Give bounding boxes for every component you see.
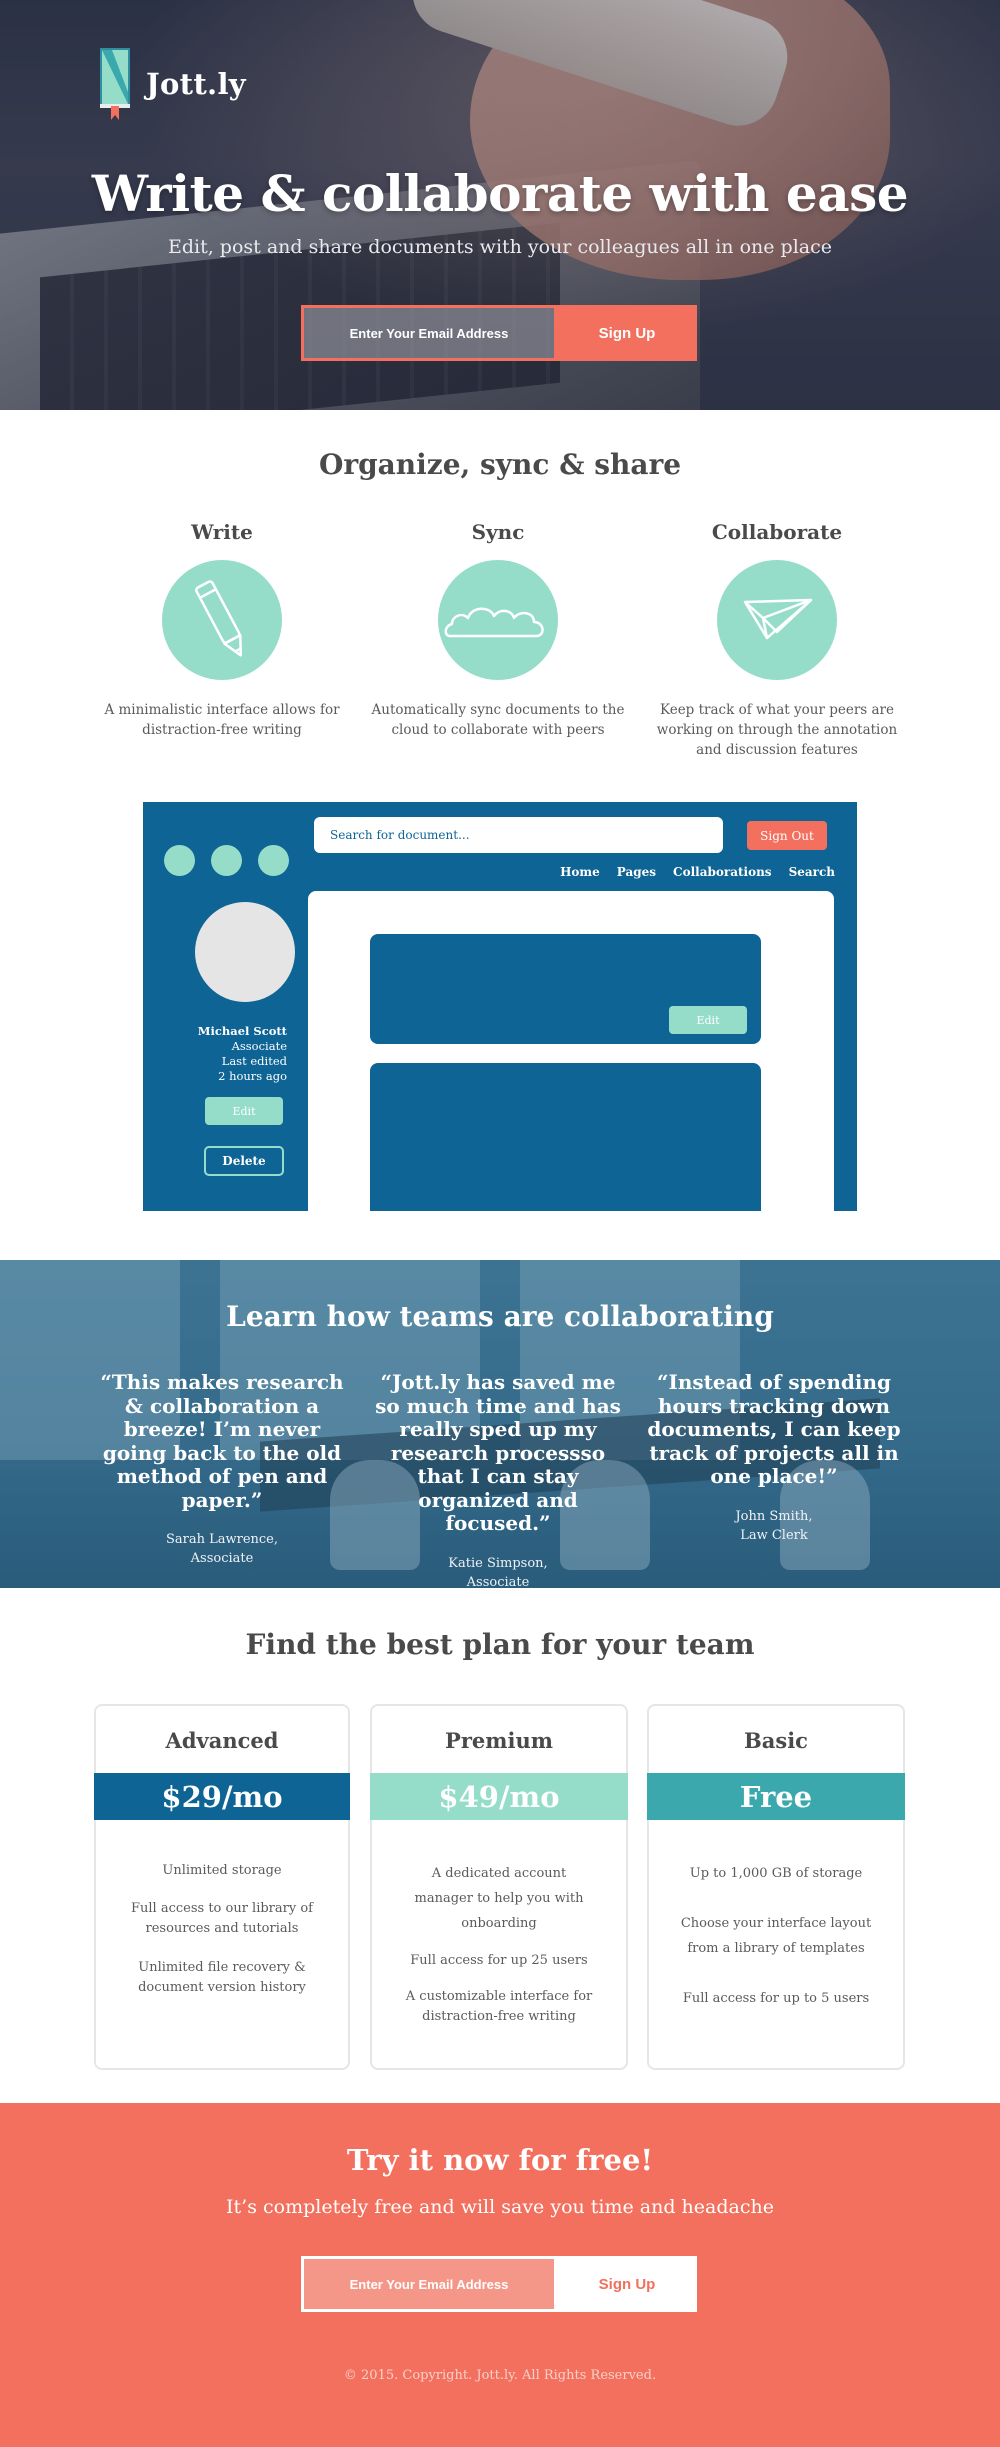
feature-sync: Sync Automatically sync documents to the… <box>363 520 633 740</box>
app-nav: Home Pages Collaborations Search <box>560 865 835 879</box>
testimonial-name: Sarah Lawrence, <box>165 1532 279 1547</box>
copyright-text: © 2015. Copyright. Jott.ly. All Rights R… <box>343 2368 657 2383</box>
profile-delete-button[interactable]: Delete <box>204 1146 284 1176</box>
app-mockup: Search for document... Sign Out Home Pag… <box>143 802 857 1211</box>
plan-features: Unlimited storage Full access to our lib… <box>126 1861 318 1998</box>
logo[interactable]: Jott.ly <box>98 48 246 120</box>
nav-search[interactable]: Search <box>789 865 835 879</box>
window-dot-icon <box>164 845 195 876</box>
testimonial-quote: “Instead of spending hours tracking down… <box>647 1370 901 1488</box>
nav-pages[interactable]: Pages <box>617 865 656 879</box>
logo-text: Jott.ly <box>146 67 246 101</box>
plan-price: $49/mo <box>370 1773 628 1820</box>
testimonials-title: Learn how teams are collaborating <box>226 1300 774 1333</box>
profile-info: Michael Scott Associate Last edited 2 ho… <box>161 1024 287 1084</box>
window-dot-icon <box>258 845 289 876</box>
testimonial-role: Associate <box>190 1551 254 1566</box>
cta-signup-form: Enter Your Email Address Sign Up <box>301 2256 697 2312</box>
card-edit-button[interactable]: Edit <box>669 1006 747 1034</box>
profile-edit-button[interactable]: Edit <box>205 1097 283 1125</box>
testimonial-card: “Jott.ly has saved me so much time and h… <box>368 1370 628 1592</box>
profile-name: Michael Scott <box>197 1024 287 1038</box>
pricing-title: Find the best plan for your team <box>245 1628 755 1661</box>
feature-circle <box>162 560 282 680</box>
testimonial-quote: “This makes research & collaboration a b… <box>100 1370 344 1512</box>
testimonial-name: John Smith, <box>735 1508 813 1524</box>
document-card[interactable]: Edit <box>370 934 761 1044</box>
profile-role: Associate <box>231 1039 287 1053</box>
hero-title: Write & collaborate with ease <box>91 164 909 223</box>
feature-circle <box>438 560 558 680</box>
feature-collaborate: Collaborate Keep track of what your peer… <box>642 520 912 760</box>
cta-email-input[interactable]: Enter Your Email Address <box>301 2256 557 2312</box>
signout-button[interactable]: Sign Out <box>747 821 827 850</box>
testimonial-card: “This makes research & collaboration a b… <box>92 1370 352 1568</box>
profile-edited-label: Last edited <box>221 1054 287 1068</box>
plan-feature: Up to 1,000 GB of storage <box>689 1866 863 1881</box>
feature-title: Write <box>191 520 253 544</box>
testimonial-card: “Instead of spending hours tracking down… <box>644 1370 904 1545</box>
hero-email-input[interactable]: Enter Your Email Address <box>301 305 557 361</box>
plan-feature: A dedicated account manager to help you … <box>414 1866 584 1931</box>
cta-subtitle: It’s completely free and will save you t… <box>226 2196 774 2218</box>
plan-card-basic[interactable]: Basic Free Up to 1,000 GB of storage Cho… <box>647 1704 905 2070</box>
feature-title: Sync <box>471 520 525 544</box>
plan-feature: Unlimited file recovery & document versi… <box>138 1960 306 1995</box>
plan-feature: Unlimited storage <box>162 1863 282 1878</box>
feature-text: Keep track of what your peers are workin… <box>656 702 898 758</box>
hero-signup-button[interactable]: Sign Up <box>557 305 697 361</box>
plan-card-premium[interactable]: Premium $49/mo A dedicated account manag… <box>370 1704 628 2070</box>
hero-signup-form: Enter Your Email Address Sign Up <box>301 305 697 361</box>
plan-features: A dedicated account manager to help you … <box>402 1861 596 2027</box>
feature-circle <box>717 560 837 680</box>
plan-name: Premium <box>445 1728 553 1753</box>
plan-price: Free <box>647 1773 905 1820</box>
feature-title: Collaborate <box>711 520 843 544</box>
plan-price: $29/mo <box>94 1773 350 1820</box>
document-card[interactable] <box>370 1063 761 1211</box>
features-title: Organize, sync & share <box>318 448 682 481</box>
cta-signup-button[interactable]: Sign Up <box>557 2256 697 2312</box>
window-dot-icon <box>211 845 242 876</box>
document-panel: Edit <box>308 891 834 1211</box>
testimonial-name: Katie Simpson, <box>448 1555 548 1571</box>
plan-feature: Full access for up to 5 users <box>682 1991 870 2006</box>
feature-write: Write A minimalistic interface allows fo… <box>87 520 357 740</box>
plan-name: Basic <box>744 1728 808 1753</box>
plan-feature: Choose your interface layout from a libr… <box>680 1916 872 1956</box>
cta-title: Try it now for free! <box>346 2143 654 2177</box>
nav-collaborations[interactable]: Collaborations <box>673 865 772 879</box>
plan-name: Advanced <box>165 1728 279 1753</box>
testimonial-role: Associate <box>466 1574 530 1590</box>
plan-feature: Full access to our library of resources … <box>131 1901 313 1936</box>
book-logo-icon <box>98 48 132 120</box>
feature-text: Automatically sync documents to the clou… <box>371 702 625 738</box>
testimonial-role: Law Clerk <box>740 1527 808 1543</box>
avatar <box>195 902 295 1002</box>
document-search-input[interactable]: Search for document... <box>314 817 723 853</box>
hero-subtitle: Edit, post and share documents with your… <box>167 236 832 258</box>
plan-feature: Full access for up 25 users <box>410 1953 588 1968</box>
nav-home[interactable]: Home <box>560 865 600 879</box>
plan-feature: A customizable interface for distraction… <box>405 1989 593 2024</box>
plan-card-advanced[interactable]: Advanced $29/mo Unlimited storage Full a… <box>94 1704 350 2070</box>
plan-features: Up to 1,000 GB of storage Choose your in… <box>679 1861 873 2011</box>
profile-edited-time: 2 hours ago <box>218 1069 287 1083</box>
testimonial-quote: “Jott.ly has saved me so much time and h… <box>375 1370 621 1535</box>
feature-text: A minimalistic interface allows for dist… <box>104 702 340 738</box>
